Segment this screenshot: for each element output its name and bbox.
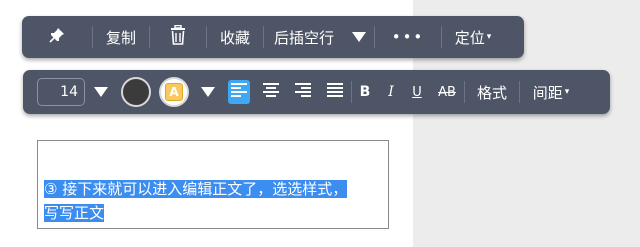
locate-label: 定位 (454, 28, 485, 47)
align-left-button[interactable] (223, 70, 255, 114)
more-dots-icon: ••• (391, 28, 425, 46)
bold-button[interactable]: B (352, 70, 378, 114)
font-size-field[interactable]: 14 (37, 70, 85, 114)
chevron-down-icon: ▾ (486, 32, 492, 42)
copy-button[interactable]: 复制 (93, 16, 149, 58)
font-size-dropdown[interactable] (85, 70, 117, 114)
spacing-button[interactable]: 间距 ▾ (520, 70, 582, 114)
align-right-icon (295, 83, 311, 101)
align-center-button[interactable] (255, 70, 287, 114)
underline-button[interactable]: U (404, 70, 430, 114)
selected-text-line-2: 写写正文 (44, 204, 105, 222)
locate-button[interactable]: 定位 ▾ (442, 16, 504, 58)
trash-icon (169, 24, 187, 49)
editor-content: ③ 接下来就可以进入编辑正文了，选选样式， 写写正文 (44, 177, 382, 225)
favorite-button[interactable]: 收藏 (207, 16, 263, 58)
action-toolbar: 复制 收藏 后插空行 ••• 定位 ▾ (22, 16, 524, 58)
text-editor[interactable]: ③ 接下来就可以进入编辑正文了，选选样式， 写写正文 (37, 140, 389, 229)
triangle-down-icon (352, 32, 366, 42)
format-button[interactable]: 格式 (465, 70, 519, 114)
font-size-value: 14 (37, 78, 85, 106)
pin-button[interactable] (22, 16, 92, 58)
align-center-icon (263, 83, 279, 101)
text-color-swatch (121, 77, 151, 107)
text-color-button[interactable] (117, 70, 155, 114)
insert-options-dropdown[interactable] (344, 16, 374, 58)
italic-button[interactable]: I (378, 70, 404, 114)
highlight-swatch: A (159, 77, 189, 107)
color-dropdown[interactable] (193, 70, 223, 114)
selected-text-line-1: ③ 接下来就可以进入编辑正文了，选选样式， (44, 180, 348, 198)
triangle-down-icon (94, 87, 108, 97)
align-right-button[interactable] (287, 70, 319, 114)
justify-icon (327, 83, 343, 101)
chevron-down-icon: ▾ (564, 87, 570, 97)
highlight-color-button[interactable]: A (155, 70, 193, 114)
pin-icon (49, 27, 65, 47)
triangle-down-icon (201, 87, 215, 97)
spacing-label: 间距 (532, 83, 563, 102)
insert-blank-line-button[interactable]: 后插空行 (264, 16, 344, 58)
justify-button[interactable] (319, 70, 351, 114)
format-toolbar: 14 A B I U AB 格式 间距 ▾ (23, 70, 610, 114)
more-button[interactable]: ••• (375, 16, 441, 58)
strikethrough-button[interactable]: AB (430, 70, 464, 114)
highlight-letter-icon: A (165, 83, 183, 101)
delete-button[interactable] (150, 16, 206, 58)
align-left-icon (228, 80, 250, 104)
